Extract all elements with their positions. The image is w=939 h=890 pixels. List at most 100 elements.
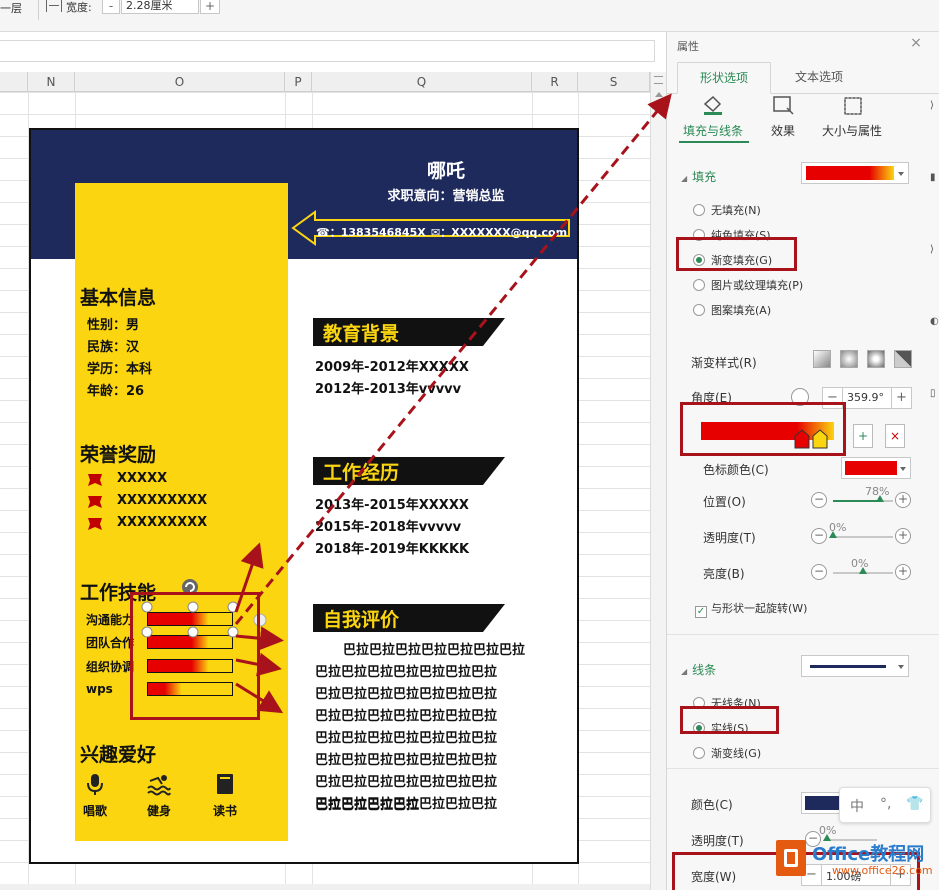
width-input[interactable]: 2.28厘米: [121, 0, 199, 14]
transparency-decrease-button[interactable]: −: [811, 528, 827, 544]
subtab-size-properties[interactable]: 大小与属性: [822, 122, 882, 139]
info-gender: 性别：男: [87, 318, 140, 333]
scroll-up-icon[interactable]: [655, 92, 663, 97]
subtab-fill-line[interactable]: 填充与线条: [683, 122, 743, 139]
column-header-n[interactable]: N: [28, 72, 75, 92]
gradient-style-rect[interactable]: [867, 350, 885, 368]
side-tool-icon[interactable]: ⟩: [930, 244, 934, 255]
radio-button[interactable]: [693, 304, 705, 316]
skill-label: wps: [86, 682, 113, 696]
tab-shape-options[interactable]: 形状选项: [677, 62, 771, 94]
self-eval-line: 巴拉巴拉巴拉巴拉巴拉巴拉巴拉: [315, 731, 498, 746]
transparency-increase-button[interactable]: +: [895, 528, 911, 544]
radio-button[interactable]: [693, 747, 705, 759]
resume-name[interactable]: 哪吒: [371, 156, 521, 183]
education-title: 教育背景: [323, 323, 400, 345]
remove-stop-icon[interactable]: ×: [885, 424, 905, 448]
transparency-slider[interactable]: [829, 531, 893, 538]
chevron-down-icon: [900, 467, 906, 471]
brightness-slider[interactable]: [833, 567, 893, 574]
side-tool-icon[interactable]: ⟩: [930, 100, 934, 111]
column-header-o[interactable]: O: [75, 72, 285, 92]
section-divider: [667, 634, 939, 635]
radio-label: 图案填充(A): [711, 304, 772, 317]
radio-button[interactable]: [693, 279, 705, 291]
line-group-title[interactable]: 线条: [681, 661, 716, 678]
info-education: 学历：本科: [87, 362, 153, 377]
side-tool-icon[interactable]: ▮: [930, 172, 936, 183]
radio-gradient-line[interactable]: 渐变线(G): [693, 745, 761, 761]
radio-no-fill[interactable]: 无填充(N): [693, 202, 761, 218]
angle-increase-button[interactable]: +: [891, 388, 911, 408]
stop-color-dropdown[interactable]: [841, 457, 911, 479]
gradient-style-path[interactable]: [894, 350, 912, 368]
subtab-effects[interactable]: 效果: [771, 122, 795, 139]
width-decrease-button[interactable]: -: [102, 0, 120, 14]
column-header-q[interactable]: Q: [312, 72, 532, 92]
column-header-p[interactable]: P: [285, 72, 312, 92]
horizontal-scrollbar[interactable]: [0, 884, 650, 890]
close-icon[interactable]: ×: [909, 36, 923, 50]
phone-number: ☎：1383546845X: [316, 226, 426, 239]
radio-picture-fill[interactable]: 图片或纹理填充(P): [693, 277, 803, 293]
position-label: 位置(O): [703, 495, 746, 509]
fill-gradient-swatch: [806, 166, 894, 180]
fill-color-dropdown[interactable]: [801, 162, 909, 184]
fill-group-title[interactable]: 填充: [681, 168, 716, 185]
size-properties-icon[interactable]: [841, 94, 865, 116]
position-decrease-button[interactable]: −: [811, 492, 827, 508]
skill-label: 组织协调: [86, 660, 135, 674]
chevron-down-icon: [898, 172, 904, 176]
gradient-style-linear[interactable]: [813, 350, 831, 368]
line-style-preview: [810, 665, 886, 668]
properties-pane: 属性 × 形状选项 文本选项 填充与线条 效果 大小与属性 填充 无填充(N) …: [666, 32, 939, 890]
award-item: XXXXXXXXX: [117, 493, 208, 508]
tab-text-options[interactable]: 文本选项: [771, 62, 867, 94]
self-eval-line: 巴拉巴拉巴拉巴拉巴拉巴拉巴拉: [315, 753, 498, 768]
column-header-s[interactable]: S: [578, 72, 650, 92]
brightness-decrease-button[interactable]: −: [811, 564, 827, 580]
self-eval-line: 巴拉巴拉巴拉巴拉巴拉巴拉巴拉: [315, 665, 498, 680]
ribbon-toolbar: 一层 宽度: - 2.28厘米 +: [0, 0, 939, 32]
info-age: 年龄：26: [87, 384, 145, 399]
checkbox-label: 与形状一起旋转(W): [711, 602, 808, 615]
work-line: 2015年-2018年vvvvv: [315, 520, 462, 535]
self-eval-line: 巴拉巴拉巴拉巴拉巴拉巴拉巴拉: [315, 687, 498, 702]
width-increase-button[interactable]: +: [200, 0, 220, 14]
watermark: Office教程网 www.office26.com: [776, 838, 936, 886]
radio-button[interactable]: [693, 204, 705, 216]
effects-icon[interactable]: [771, 94, 795, 116]
rotate-with-shape-checkbox[interactable]: ✓ 与形状一起旋转(W): [695, 600, 807, 618]
angle-value[interactable]: 359.9°: [847, 391, 884, 404]
layer-label[interactable]: 一层: [0, 0, 22, 16]
skill-label: 沟通能力: [86, 613, 135, 627]
hobby-label: 健身: [146, 804, 171, 818]
column-header-r[interactable]: R: [532, 72, 578, 92]
ime-mode[interactable]: 中: [850, 796, 864, 816]
radio-pattern-fill[interactable]: 图案填充(A): [693, 302, 771, 318]
watermark-url: www.office26.com: [832, 864, 933, 877]
line-transparency-label: 透明度(T): [691, 834, 744, 848]
side-tool-icon[interactable]: ▯: [930, 388, 936, 399]
line-style-dropdown[interactable]: [801, 655, 909, 677]
position-slider[interactable]: [833, 495, 893, 502]
fill-bucket-icon[interactable]: [701, 94, 725, 116]
stop-color-label: 色标颜色(C): [703, 463, 769, 477]
ime-punctuation[interactable]: °,: [880, 796, 891, 812]
vertical-scrollbar[interactable]: [650, 72, 666, 890]
pane-title[interactable]: 属性: [677, 38, 699, 54]
education-line: 2012年-2013年vvvvv: [315, 382, 462, 397]
self-eval-line: 巴拉巴拉巴拉巴拉巴拉巴拉巴拉: [315, 709, 498, 724]
gradient-style-radial[interactable]: [840, 350, 858, 368]
side-tool-icon[interactable]: ◐: [930, 316, 939, 327]
add-stop-icon[interactable]: +: [853, 424, 873, 448]
brightness-increase-button[interactable]: +: [895, 564, 911, 580]
info-ethnicity: 民族：汉: [87, 340, 140, 355]
position-increase-button[interactable]: +: [895, 492, 911, 508]
formula-bar[interactable]: [0, 40, 655, 62]
resume-objective[interactable]: 求职意向：营销总监: [351, 185, 541, 204]
scroll-grip-icon: [654, 76, 663, 84]
checkbox[interactable]: ✓: [695, 606, 707, 618]
ime-skin-icon[interactable]: 👕: [906, 796, 923, 812]
ime-toolbar[interactable]: 中 °, 👕: [839, 787, 931, 823]
